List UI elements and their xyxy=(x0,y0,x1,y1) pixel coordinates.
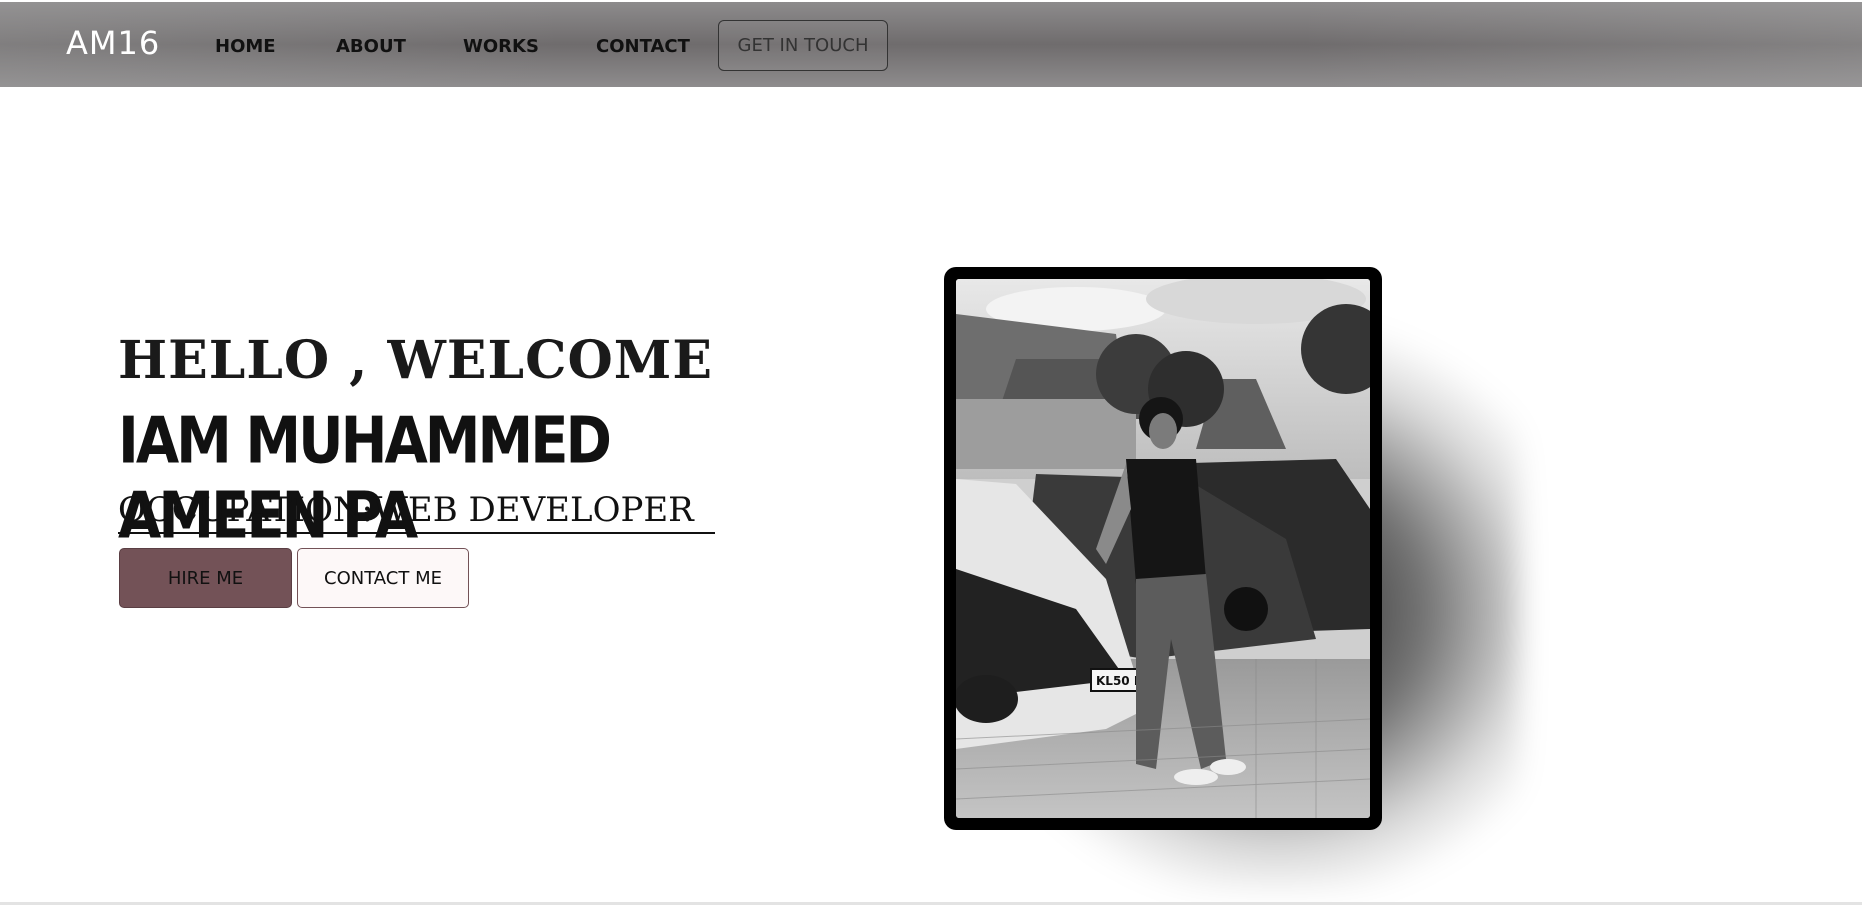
hire-me-button[interactable]: HIRE ME xyxy=(119,548,292,608)
portrait-photo-illustration: KL50 K 44 xyxy=(956,279,1370,818)
hero-occupation: OCCUPATION:WEB DEVELOPER xyxy=(118,490,715,534)
portrait-photo: KL50 K 44 xyxy=(956,279,1370,818)
nav-contact[interactable]: CONTACT xyxy=(596,36,690,57)
contact-me-button[interactable]: CONTACT ME xyxy=(297,548,469,608)
nav-works[interactable]: WORKS xyxy=(463,36,539,57)
photo-frame: KL50 K 44 xyxy=(944,267,1382,830)
nav-home[interactable]: HOME xyxy=(215,36,276,57)
hero-greeting: HELLO , WELCOME xyxy=(118,330,713,391)
brand-logo[interactable]: AM16 xyxy=(66,24,160,62)
get-in-touch-button[interactable]: GET IN TOUCH xyxy=(718,20,888,71)
navbar: AM16 HOME ABOUT WORKS CONTACT GET IN TOU… xyxy=(0,2,1862,87)
nav-about[interactable]: ABOUT xyxy=(336,36,406,57)
